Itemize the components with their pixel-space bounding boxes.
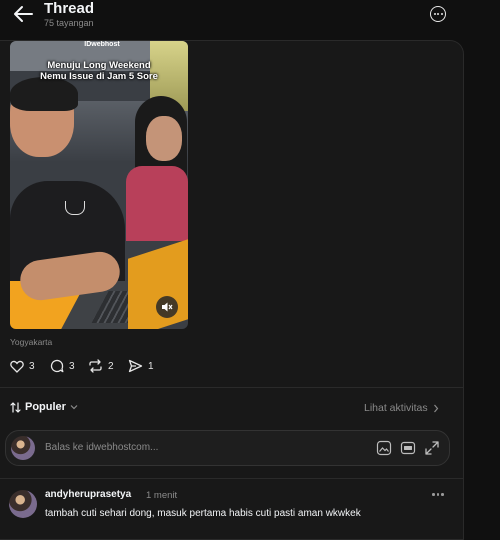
sort-arrows-icon [10, 401, 21, 413]
commenter-username[interactable]: andyheruprasetya [45, 489, 131, 500]
view-activity-link[interactable]: Lihat aktivitas [364, 402, 439, 414]
back-arrow-icon[interactable] [12, 5, 34, 23]
share-count: 1 [148, 360, 154, 372]
post-video[interactable]: IDwebhost Menuju Long Weekend Nemu Issue… [10, 41, 188, 329]
video-brand-watermark: IDwebhost [84, 41, 120, 48]
repost-icon [89, 359, 102, 373]
like-button[interactable]: 3 [10, 358, 35, 374]
expand-icon[interactable] [424, 440, 440, 456]
video-person-woman-face [146, 116, 182, 161]
sort-label: Populer [25, 401, 66, 413]
avatar[interactable] [11, 436, 35, 460]
comment-count: 3 [69, 360, 75, 372]
divider [0, 387, 464, 388]
comment-timestamp: 1 menit [146, 490, 178, 501]
shirt-logo [65, 201, 85, 215]
gif-icon[interactable] [400, 440, 416, 456]
speaker-muted-icon [162, 302, 173, 312]
post-location[interactable]: Yogyakarta [10, 337, 52, 347]
mute-button[interactable] [156, 296, 178, 318]
repost-button[interactable]: 2 [88, 358, 114, 374]
more-options-icon[interactable] [430, 6, 446, 22]
share-button[interactable]: 1 [128, 358, 154, 374]
reply-placeholder: Balas ke idwebhostcom... [45, 442, 159, 453]
view-activity-label: Lihat aktivitas [364, 402, 428, 414]
send-icon [128, 359, 143, 373]
commenter-avatar[interactable] [9, 490, 37, 518]
page-title: Thread [44, 0, 95, 17]
image-attach-icon[interactable] [376, 440, 392, 456]
video-caption-line-1: Menuju Long Weekend [47, 60, 151, 71]
like-count: 3 [29, 360, 35, 372]
comment-bubble-icon [50, 359, 64, 373]
video-caption-line-2: Nemu Issue di Jam 5 Sore [40, 71, 158, 82]
heart-icon [10, 360, 24, 373]
video-person-man-hair [10, 77, 78, 111]
chevron-down-icon [70, 405, 78, 410]
view-count: 75 tayangan [44, 18, 94, 28]
video-caption: Menuju Long Weekend Nemu Issue di Jam 5 … [20, 60, 178, 82]
chevron-right-icon [433, 404, 438, 412]
divider [0, 478, 464, 479]
repost-count: 2 [108, 360, 114, 372]
video-person-woman-shirt [126, 166, 188, 241]
comment-more-options-icon[interactable] [432, 493, 444, 496]
video-laptop-screen [128, 239, 188, 329]
sort-dropdown[interactable]: Populer [10, 401, 78, 413]
comment-text: tambah cuti sehari dong, masuk pertama h… [45, 508, 361, 519]
comment-button[interactable]: 3 [50, 358, 75, 374]
